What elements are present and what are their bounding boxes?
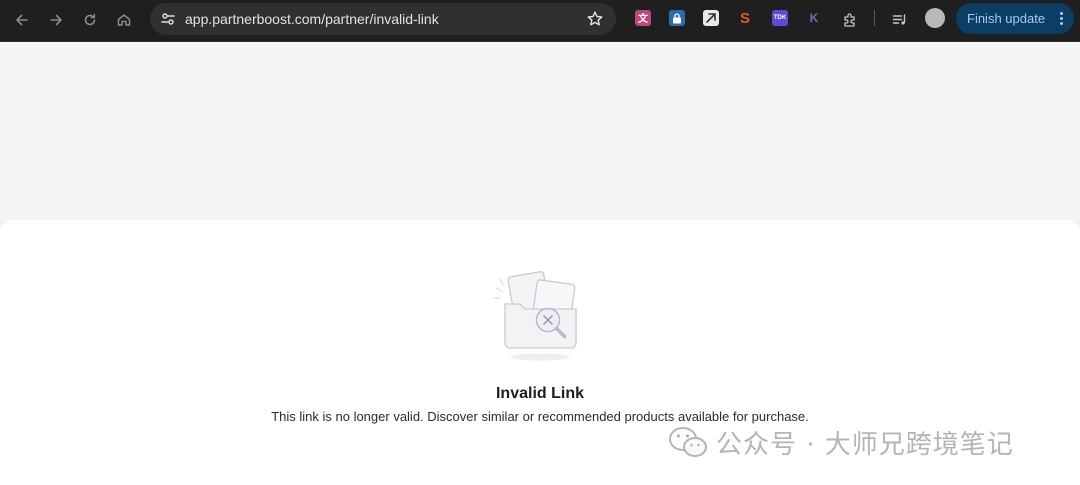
page-title: Invalid Link bbox=[495, 385, 584, 402]
wechat-icon bbox=[669, 427, 707, 457]
toolbar-divider bbox=[874, 10, 875, 26]
reload-icon bbox=[84, 13, 96, 26]
finish-update-label: Finish update bbox=[967, 11, 1046, 26]
forward-arrow-icon bbox=[50, 14, 62, 26]
tdk-extension-icon[interactable]: TDK bbox=[772, 10, 788, 26]
browser-toolbar: app.partnerboost.com/partner/invalid-lin… bbox=[0, 0, 1080, 42]
address-bar[interactable]: app.partnerboost.com/partner/invalid-lin… bbox=[150, 3, 616, 35]
bookmark-button[interactable] bbox=[586, 10, 604, 33]
svg-text:文: 文 bbox=[638, 12, 649, 25]
site-info-button[interactable] bbox=[156, 7, 180, 31]
reading-list-button[interactable] bbox=[886, 6, 914, 34]
lock-extension-icon[interactable] bbox=[669, 10, 685, 26]
puzzle-icon bbox=[844, 13, 855, 27]
back-button[interactable] bbox=[8, 6, 36, 34]
back-arrow-icon bbox=[16, 14, 28, 26]
profile-avatar[interactable] bbox=[925, 8, 945, 28]
watermark-text: 公众号 · 大师兄跨境笔记 bbox=[716, 429, 1014, 460]
s-extension-icon[interactable]: S bbox=[737, 10, 753, 27]
more-menu-icon[interactable] bbox=[1060, 12, 1064, 25]
script-extension-icon[interactable] bbox=[703, 10, 719, 26]
forward-button[interactable] bbox=[42, 6, 70, 34]
reload-button[interactable] bbox=[76, 6, 104, 34]
k-extension-icon[interactable]: K bbox=[806, 10, 822, 26]
star-icon bbox=[587, 11, 603, 26]
tune-icon bbox=[161, 13, 175, 25]
watermark: 公众号 · 大师兄跨境笔记 bbox=[668, 423, 1014, 461]
media-queue-icon bbox=[892, 14, 906, 25]
finish-update-button[interactable]: Finish update bbox=[956, 3, 1074, 34]
invalid-link-illustration-icon bbox=[493, 271, 577, 361]
url-text[interactable]: app.partnerboost.com/partner/invalid-lin… bbox=[185, 11, 439, 27]
translate-extension-icon[interactable]: 文 bbox=[635, 10, 651, 26]
home-icon bbox=[117, 14, 131, 26]
home-button[interactable] bbox=[110, 6, 138, 34]
page-description: This link is no longer valid. Discover s… bbox=[271, 409, 809, 424]
extensions-button[interactable] bbox=[836, 6, 864, 34]
